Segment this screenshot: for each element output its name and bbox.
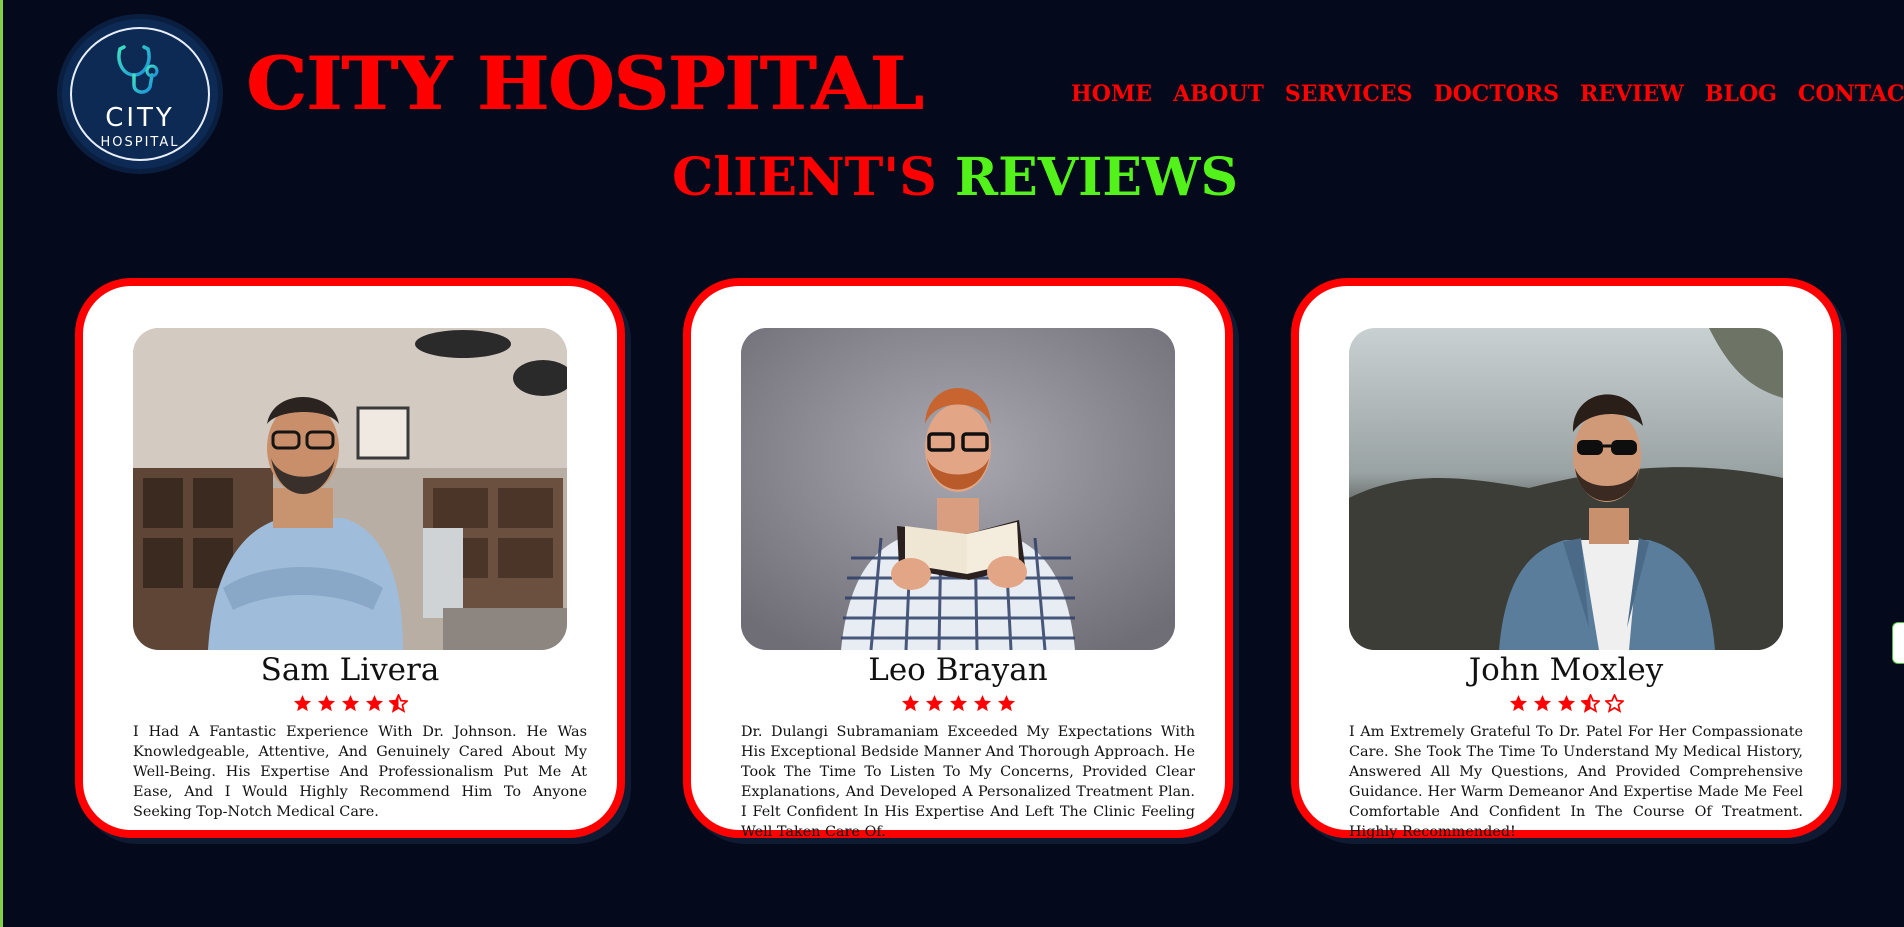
rating-stars	[83, 694, 617, 713]
page: CITY HOSPITAL CITY HOSPITAL HOME ABOUT S…	[0, 0, 1904, 927]
section-title-part2: REVIEWS	[954, 147, 1239, 208]
nav-doctors[interactable]: DOCTORS	[1434, 80, 1559, 108]
reviewer-name: Leo Brayan	[868, 652, 1048, 688]
section-title-part1: ClIENT'S	[671, 147, 937, 208]
review-card: Leo Brayan Dr. Dulangi Subramaniam Excee…	[683, 278, 1233, 840]
nav-home[interactable]: HOME	[1071, 80, 1152, 108]
star-empty-icon	[1604, 694, 1624, 713]
star-full-icon	[1533, 694, 1551, 712]
star-half-icon	[388, 694, 408, 713]
logo-text-city: CITY	[105, 103, 175, 133]
nav-blog[interactable]: BLOG	[1705, 80, 1777, 108]
main-nav: HOME ABOUT SERVICES DOCTORS REVIEW BLOG …	[1071, 80, 1904, 108]
star-full-icon	[293, 694, 311, 712]
man-with-book-photo	[741, 328, 1175, 650]
nav-review[interactable]: REVIEW	[1580, 80, 1684, 108]
star-full-icon	[317, 694, 335, 712]
star-full-icon	[949, 694, 967, 712]
review-text: Dr. Dulangi Subramaniam Exceeded My Expe…	[741, 724, 1195, 840]
star-full-icon	[1509, 694, 1527, 712]
reviewer-name: Sam Livera	[260, 652, 440, 688]
reviewer-photo	[133, 328, 567, 650]
star-half-icon	[1580, 694, 1600, 713]
nav-about[interactable]: ABOUT	[1173, 80, 1264, 108]
brand-name[interactable]: CITY HOSPITAL	[247, 44, 923, 124]
star-full-icon	[341, 694, 359, 712]
reviewer-photo	[1349, 328, 1783, 650]
star-full-icon	[365, 694, 383, 712]
star-full-icon	[997, 694, 1015, 712]
nav-services[interactable]: SERVICES	[1285, 80, 1413, 108]
review-text: I Am Extremely Grateful To Dr. Patel For…	[1349, 724, 1803, 840]
review-text: I Had A Fantastic Experience With Dr. Jo…	[133, 724, 587, 820]
star-full-icon	[925, 694, 943, 712]
star-full-icon	[973, 694, 991, 712]
star-full-icon	[1557, 694, 1575, 712]
rating-stars	[691, 694, 1225, 713]
side-widget-tab[interactable]	[1892, 622, 1904, 664]
rating-stars	[1299, 694, 1833, 713]
review-card: Sam Livera I Had A Fantastic Experience …	[75, 278, 625, 838]
nav-contact[interactable]: CONTACT	[1798, 80, 1904, 108]
star-full-icon	[901, 694, 919, 712]
section-title: ClIENT'S REVIEWS	[3, 146, 1904, 210]
reviewer-name: John Moxley	[1468, 652, 1664, 688]
stethoscope-icon	[117, 45, 159, 94]
review-card: John Moxley I Am Extremely Grateful To D…	[1291, 278, 1841, 840]
reviewer-photo	[741, 328, 1175, 650]
man-in-denim-jacket-photo	[1349, 328, 1783, 650]
man-in-office-photo	[133, 328, 567, 650]
